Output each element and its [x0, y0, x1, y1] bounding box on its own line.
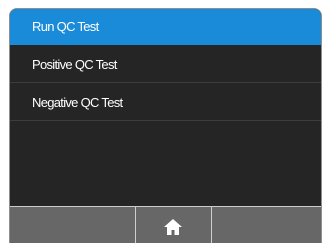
- menu-item-negative-qc-test[interactable]: Negative QC Test: [10, 85, 321, 121]
- home-button[interactable]: [136, 207, 212, 243]
- bottom-navigation-bar: [10, 206, 321, 243]
- device-frame: Run QC Test Positive QC Test Negative QC…: [0, 0, 330, 243]
- menu-item-positive-qc-test[interactable]: Positive QC Test: [10, 47, 321, 83]
- bottom-bar-right-button[interactable]: [212, 207, 321, 243]
- qc-menu-screen: Run QC Test Positive QC Test Negative QC…: [9, 8, 322, 243]
- empty-list-area: [10, 123, 321, 206]
- bottom-bar-left-button[interactable]: [10, 207, 136, 243]
- home-icon: [164, 219, 182, 235]
- menu-item-run-qc-test[interactable]: Run QC Test: [10, 9, 321, 45]
